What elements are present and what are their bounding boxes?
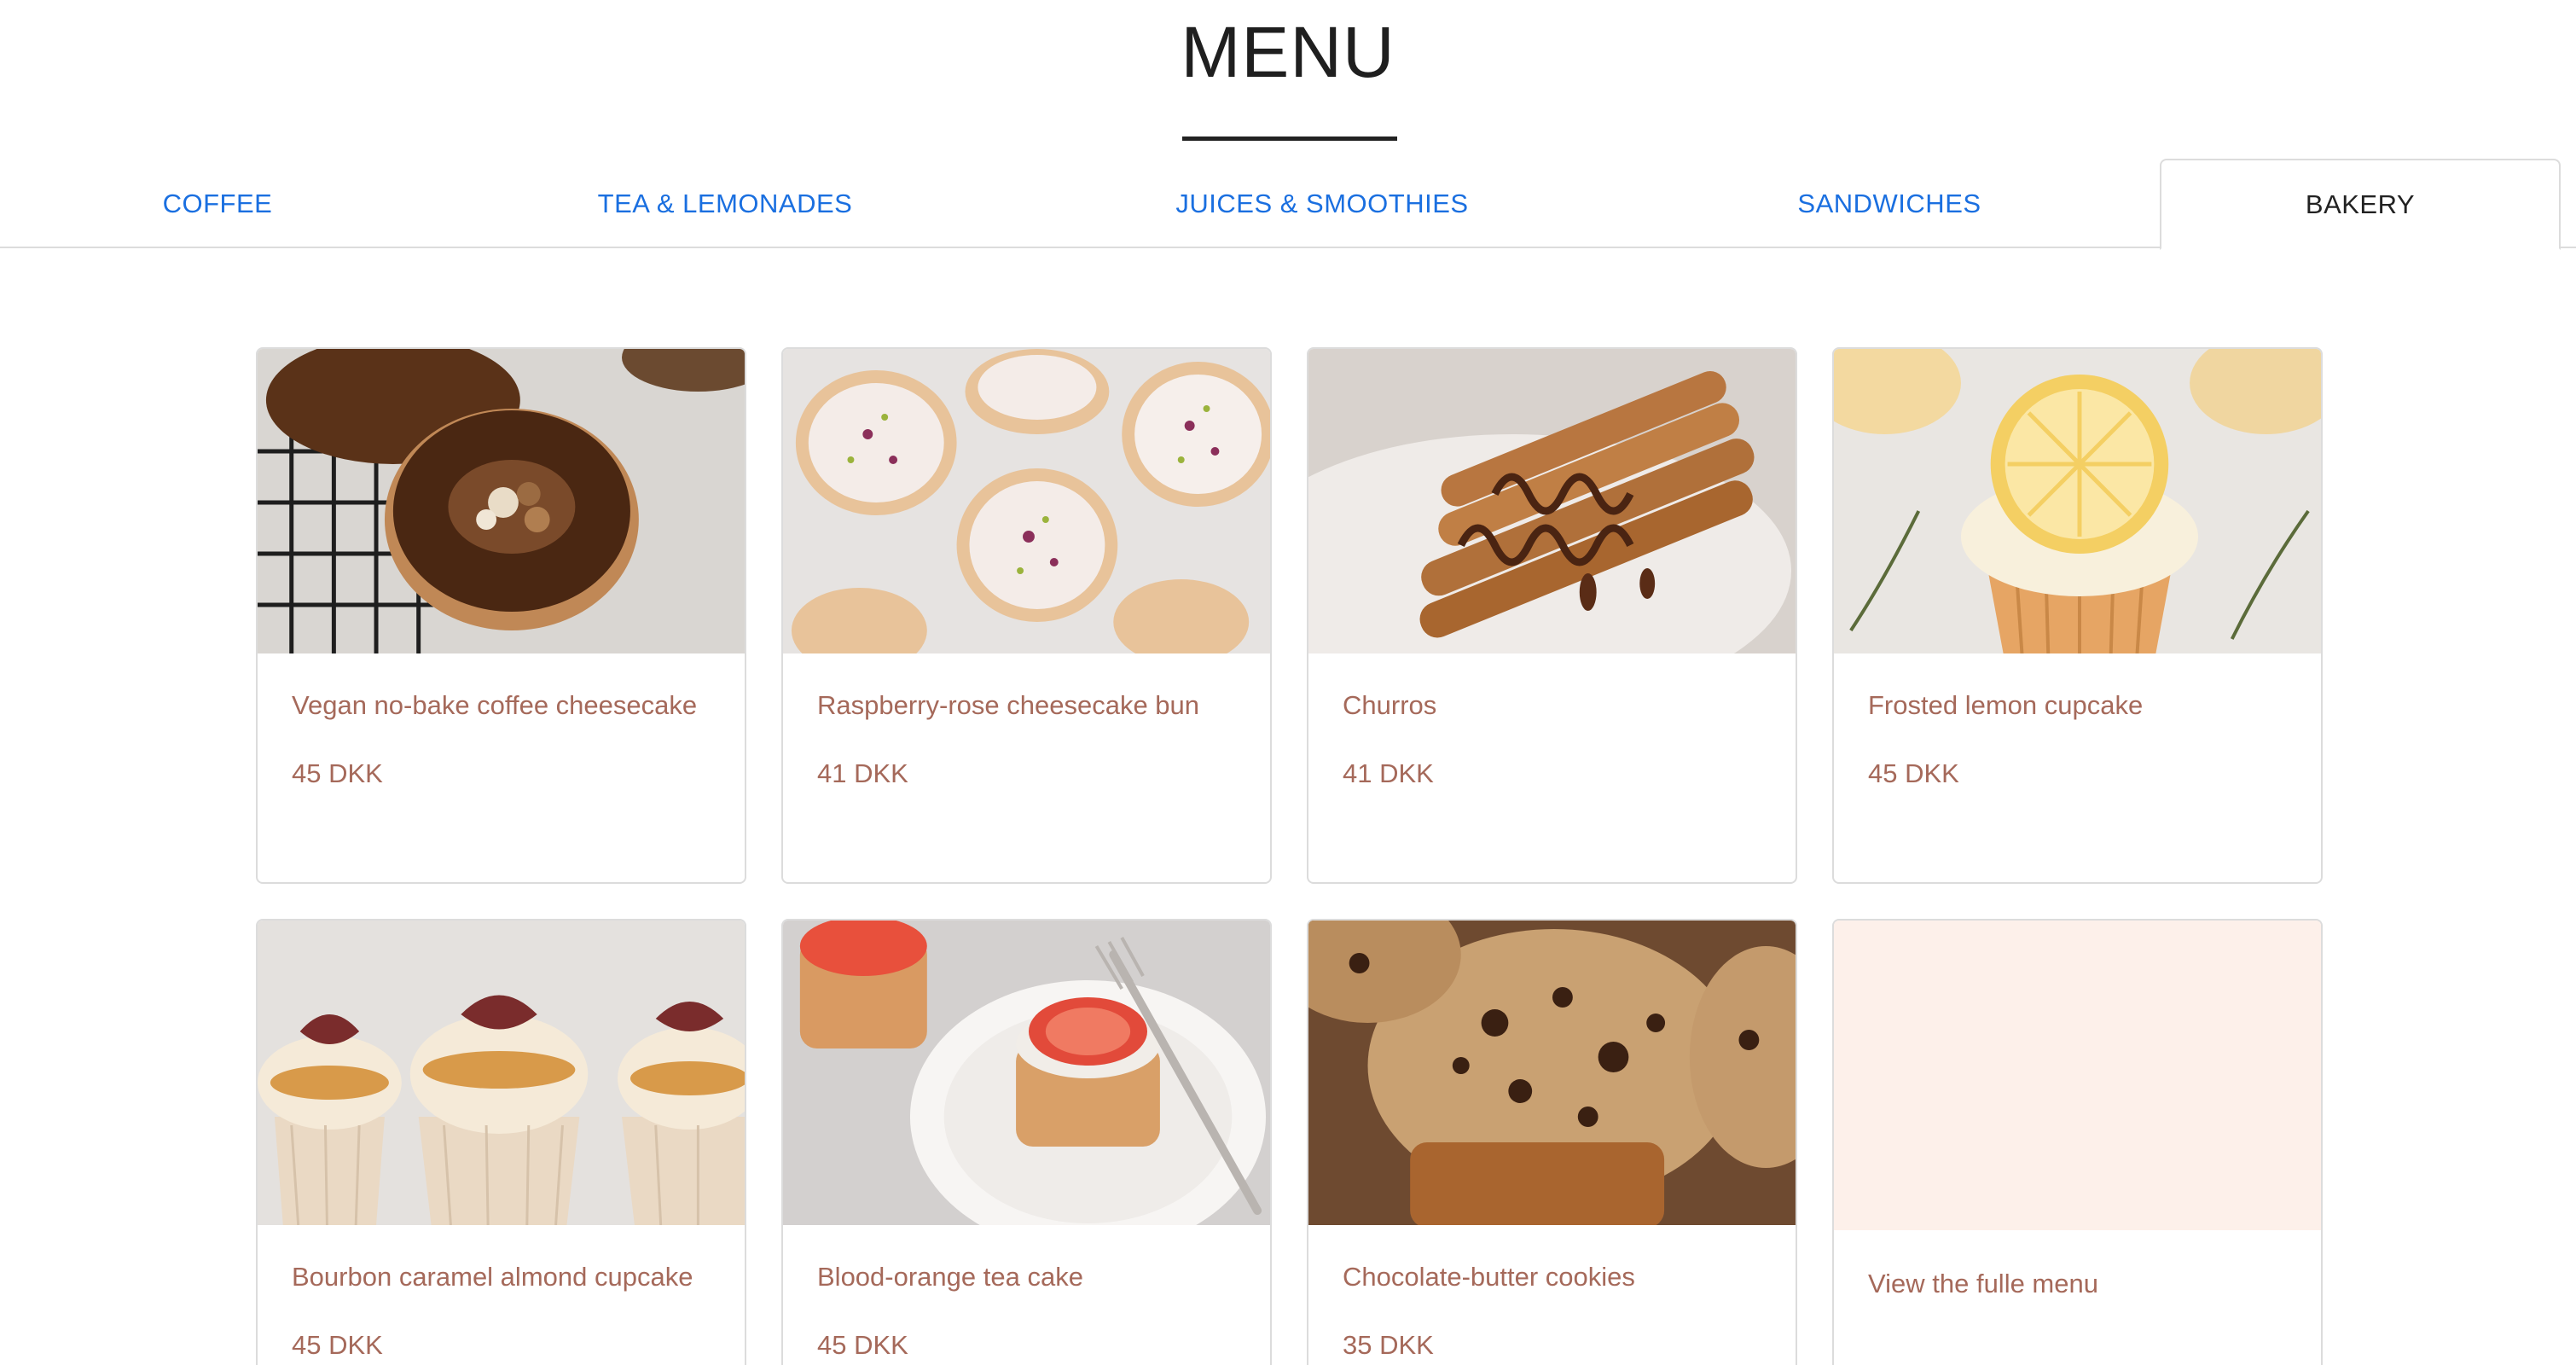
product-card[interactable]: Frosted lemon cupcake 45 DKK bbox=[1832, 347, 2323, 884]
product-name: Frosted lemon cupcake bbox=[1868, 690, 2144, 720]
product-card[interactable]: Chocolate-butter cookies 35 DKK bbox=[1307, 919, 1797, 1365]
product-photo-churros bbox=[1308, 349, 1796, 653]
product-card[interactable]: Raspberry-rose cheesecake bun 41 DKK bbox=[781, 347, 1272, 884]
product-price: 45 DKK bbox=[292, 1330, 383, 1360]
product-photo-cheesecake bbox=[258, 349, 745, 653]
product-price: 35 DKK bbox=[1343, 1330, 1434, 1360]
product-card[interactable]: Blood-orange tea cake 45 DKK bbox=[781, 919, 1272, 1365]
product-photo-lemon-cupcake bbox=[1834, 349, 2321, 653]
product-price: 41 DKK bbox=[1343, 758, 1434, 788]
product-name: Blood-orange tea cake bbox=[817, 1262, 1083, 1292]
tab-coffee[interactable]: COFFEE bbox=[26, 159, 409, 248]
product-price: 41 DKK bbox=[817, 758, 908, 788]
product-photo-caramel-cupcake bbox=[258, 921, 745, 1225]
product-name: Vegan no-bake coffee cheesecake bbox=[292, 690, 698, 720]
product-name: Bourbon caramel almond cupcake bbox=[292, 1262, 693, 1292]
product-price: 45 DKK bbox=[292, 758, 383, 788]
title-divider bbox=[1182, 136, 1397, 141]
product-card[interactable]: Churros 41 DKK bbox=[1307, 347, 1797, 884]
page-title: MENU bbox=[1181, 12, 1395, 92]
product-price: 45 DKK bbox=[817, 1330, 908, 1360]
product-name: Chocolate-butter cookies bbox=[1343, 1262, 1635, 1292]
tab-bakery[interactable]: BAKERY bbox=[2160, 159, 2561, 250]
product-photo-tea-cake bbox=[783, 921, 1270, 1225]
product-price: 45 DKK bbox=[1868, 758, 1959, 788]
product-photo-bun bbox=[783, 349, 1270, 653]
product-name: Raspberry-rose cheesecake bun bbox=[817, 690, 1200, 720]
product-card[interactable]: Vegan no-bake coffee cheesecake 45 DKK bbox=[256, 347, 746, 884]
menu-tabs: COFFEE TEA & LEMONADES JUICES & SMOOTHIE… bbox=[0, 159, 2576, 250]
tab-tea-lemonades[interactable]: TEA & LEMONADES bbox=[478, 159, 972, 248]
product-name: Churros bbox=[1343, 690, 1437, 720]
product-card[interactable]: Bourbon caramel almond cupcake 45 DKK bbox=[256, 919, 746, 1365]
tab-juices-smoothies[interactable]: JUICES & SMOOTHIES bbox=[1058, 159, 1587, 248]
card-placeholder bbox=[1834, 921, 2321, 1230]
view-full-menu-card[interactable]: View the fulle menu bbox=[1832, 919, 2323, 1365]
product-photo-cookies bbox=[1308, 921, 1796, 1225]
view-full-menu-link[interactable]: View the fulle menu bbox=[1868, 1269, 2098, 1299]
menu-page: MENU COFFEE TEA & LEMONADES JUICES & SMO… bbox=[0, 0, 2576, 1365]
tab-sandwiches[interactable]: SANDWICHES bbox=[1672, 159, 2107, 248]
